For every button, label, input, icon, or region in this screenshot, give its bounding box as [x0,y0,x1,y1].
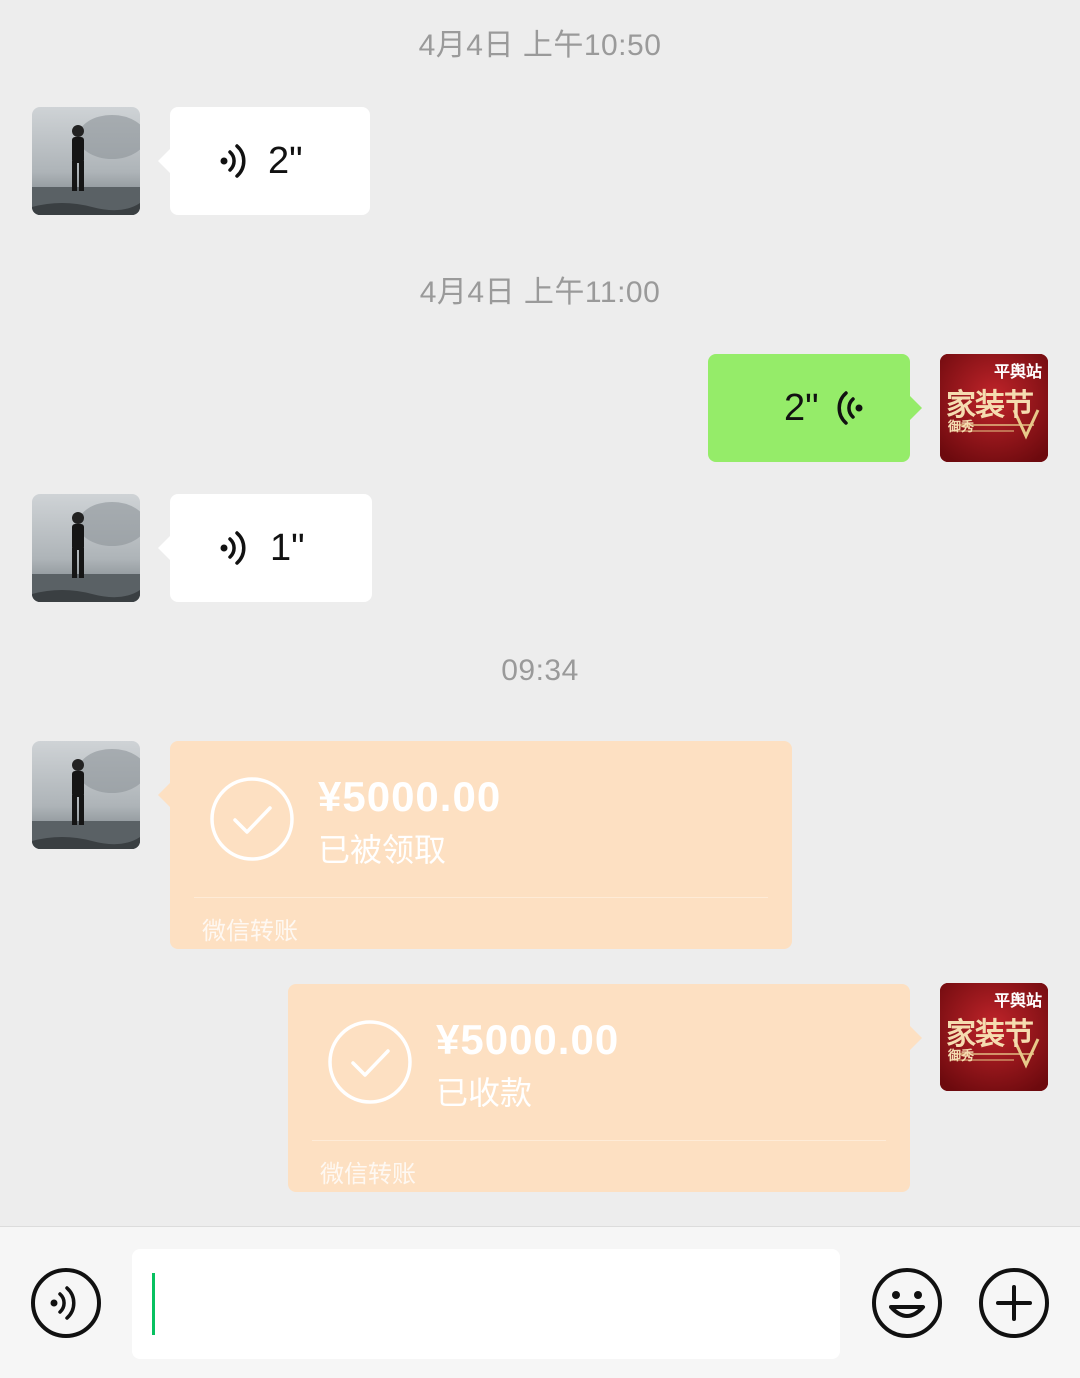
emoji-icon[interactable] [871,1267,943,1339]
timestamp: 4月4日 上午10:50 [418,29,662,62]
avatar-text-tiny: 御秀 [948,419,975,434]
contact-avatar[interactable] [32,107,140,215]
timestamp: 09:34 [501,654,579,687]
voice-message[interactable]: 1" [158,494,372,602]
contact-avatar-photo [32,494,140,602]
transfer-message[interactable]: ¥5000.00 已被领取 微信转账 [158,741,792,949]
transfer-message[interactable]: ¥5000.00 已收款 微信转账 [288,984,922,1192]
transfer-status: 已收款 [436,1075,533,1111]
transfer-amount: ¥5000.00 [436,1016,620,1063]
input-bar [0,1226,1080,1378]
voice-duration: 1" [270,526,305,569]
avatar-text-small: 平舆站 [993,364,1042,381]
voice-message[interactable]: 2" [158,107,370,215]
divider [194,897,768,898]
avatar-text-tiny: 御秀 [948,1048,975,1063]
contact-avatar[interactable] [32,494,140,602]
self-avatar[interactable]: 平舆站 家装节 御秀 [940,983,1048,1091]
voice-wave-icon [833,388,865,428]
voice-duration: 2" [784,386,819,429]
plus-icon[interactable] [978,1267,1050,1339]
transfer-footer: 微信转账 [202,918,298,945]
timestamp: 4月4日 上午11:00 [419,276,661,309]
transfer-amount: ¥5000.00 [318,773,502,820]
contact-avatar[interactable] [32,741,140,849]
contact-avatar-photo [32,107,140,215]
divider [312,1140,886,1141]
voice-wave-icon [218,141,250,181]
self-avatar[interactable]: 平舆站 家装节 御秀 [940,354,1048,462]
text-caret [152,1273,155,1335]
transfer-status: 已被领取 [318,832,447,868]
transfer-footer: 微信转账 [320,1161,416,1188]
contact-avatar-photo [32,741,140,849]
voice-message[interactable]: 2" [708,354,922,462]
check-circle-icon [210,777,294,861]
avatar-text-small: 平舆站 [993,993,1042,1010]
voice-mode-icon[interactable] [30,1267,102,1339]
message-input[interactable] [132,1249,840,1359]
voice-duration: 2" [268,139,303,182]
check-circle-icon [328,1020,412,1104]
voice-wave-icon [218,528,250,568]
